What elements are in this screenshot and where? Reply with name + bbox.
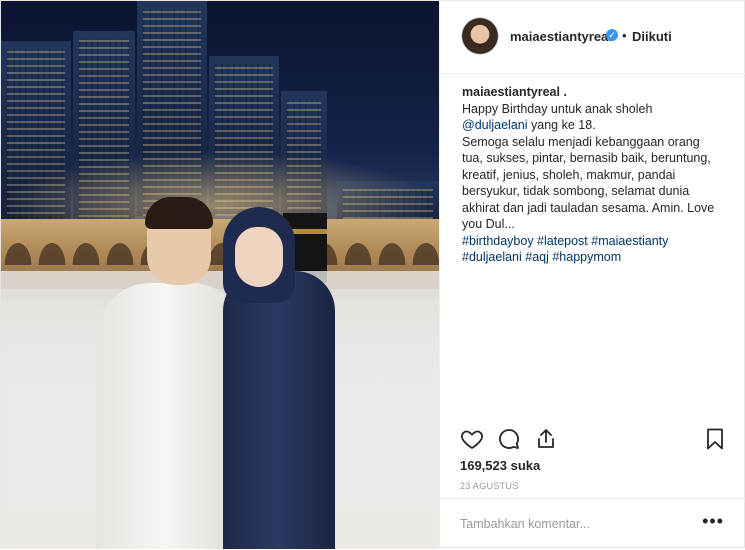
caption-line: Semoga selalu menjadi kebanggaan orang	[462, 134, 700, 149]
person-hair	[145, 197, 213, 229]
mention-link[interactable]: @duljaelani	[462, 118, 528, 132]
hashtag-line[interactable]: #birthdayboy #latepost #maiaestianty	[462, 233, 732, 250]
caption-line: you Dul...	[462, 217, 515, 231]
post-side-panel: maiaestiantyreal ✓ • Diikuti maiaestiant…	[439, 1, 745, 549]
bookmark-icon[interactable]	[703, 427, 727, 451]
caption-line: @duljaelani yang ke 18.	[462, 117, 732, 134]
post-photo[interactable]	[1, 1, 439, 549]
verified-badge-icon: ✓	[606, 29, 618, 41]
heart-icon[interactable]	[460, 427, 484, 451]
caption: maiaestiantyreal . Happy Birthday untuk …	[462, 84, 732, 266]
separator-dot: •	[622, 28, 627, 43]
avatar[interactable]	[462, 18, 498, 54]
caption-line: akhirat dan jadi tauladan sesama. Amin. …	[462, 200, 715, 215]
follow-button[interactable]: Diikuti	[632, 29, 672, 44]
caption-text: yang ke 18.	[527, 118, 596, 132]
instagram-post: maiaestiantyreal ✓ • Diikuti maiaestiant…	[0, 0, 745, 549]
caption-line: kreatif, jenius, sholeh, makmur, pandai	[462, 167, 676, 182]
like-count[interactable]: 169,523 suka	[460, 458, 540, 473]
caption-line: tua, sukses, pintar, bernasib baik, beru…	[462, 151, 711, 165]
share-icon[interactable]	[534, 427, 558, 451]
post-header: maiaestiantyreal ✓ • Diikuti	[440, 1, 745, 74]
person-face	[235, 227, 283, 287]
comment-section: Tambahkan komentar... •••	[440, 498, 745, 550]
comment-input[interactable]: Tambahkan komentar...	[460, 517, 590, 531]
person-dress	[223, 271, 335, 549]
hashtag-line[interactable]: #duljaelani #aqj #happymom	[462, 249, 732, 266]
caption-username[interactable]: maiaestiantyreal .	[462, 84, 732, 101]
post-date: 23 AGUSTUS	[460, 481, 519, 491]
caption-line: Happy Birthday untuk anak sholeh	[462, 101, 653, 116]
comment-icon[interactable]	[497, 427, 521, 451]
username-link[interactable]: maiaestiantyreal	[510, 29, 612, 44]
action-bar	[440, 423, 745, 453]
caption-line: bersyukur, tidak sombong, selamat dunia	[462, 184, 690, 198]
more-options-icon[interactable]: •••	[702, 511, 724, 532]
